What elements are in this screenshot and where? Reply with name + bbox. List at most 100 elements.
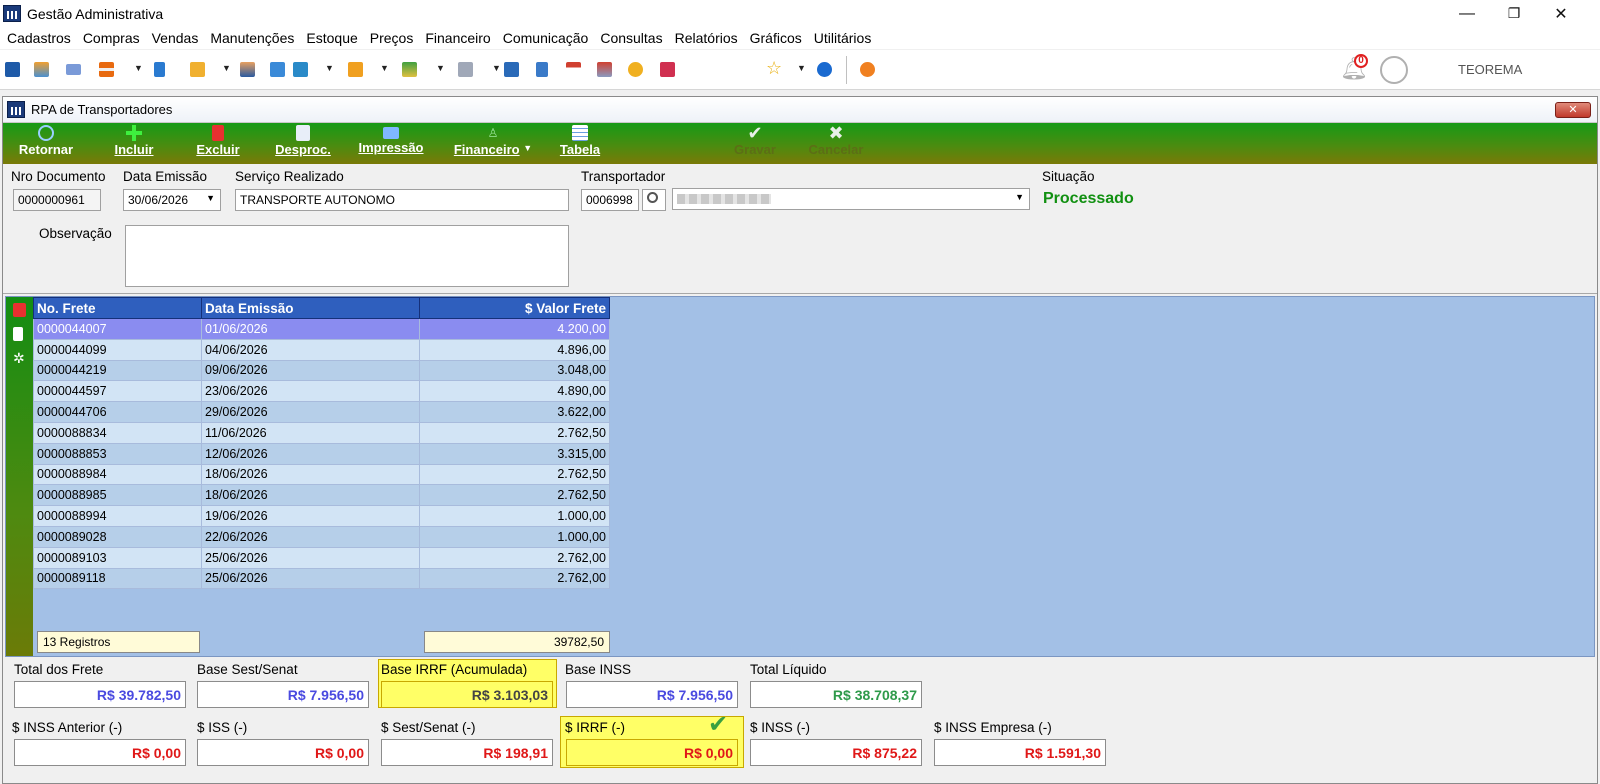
folder-icon[interactable] [190, 62, 205, 77]
search-button[interactable] [642, 189, 666, 211]
cell-valor-frete[interactable]: 1.000,00 [419, 525, 610, 548]
cell-data-emissao[interactable]: 22/06/2026 [201, 525, 420, 548]
inss-anterior-value[interactable]: R$ 0,00 [14, 739, 186, 766]
excluir-button[interactable]: Excluir [193, 125, 243, 157]
calculator-icon[interactable] [536, 62, 548, 77]
menu-vendas[interactable]: Vendas [147, 30, 206, 46]
power-icon[interactable] [860, 62, 875, 77]
tabela-button[interactable]: Tabela [555, 125, 605, 157]
close-window-button[interactable]: ✕ [1555, 102, 1591, 118]
chevron-down-icon[interactable]: ▼ [222, 63, 231, 73]
cell-valor-frete[interactable]: 2.762,00 [419, 567, 610, 590]
table-row[interactable]: 0000044099 04/06/2026 4.896,00 [33, 338, 610, 361]
menu-manutencoes[interactable]: Manutenções [205, 30, 301, 46]
menu-consultas[interactable]: Consultas [595, 30, 669, 46]
table-row[interactable]: 0000088834 11/06/2026 2.762,50 [33, 421, 610, 444]
cell-no-frete[interactable]: 0000088985 [33, 484, 202, 507]
column-header-data-emissao[interactable]: Data Emissão [201, 297, 420, 319]
table-row[interactable]: 0000044597 23/06/2026 4.890,00 [33, 380, 610, 403]
cell-data-emissao[interactable]: 04/06/2026 [201, 338, 420, 361]
list-icon[interactable] [99, 62, 114, 77]
box-icon[interactable] [348, 62, 363, 77]
delete-row-icon[interactable] [13, 303, 26, 317]
chevron-down-icon[interactable]: ▼ [436, 63, 445, 73]
table-row[interactable]: 0000088994 19/06/2026 1.000,00 [33, 505, 610, 527]
cell-valor-frete[interactable]: 4.200,00 [419, 318, 610, 340]
schedule-icon[interactable] [597, 62, 612, 77]
menu-utilitarios[interactable]: Utilitários [809, 30, 879, 46]
impressao-button[interactable]: Impressão [355, 125, 427, 155]
base-sest-value[interactable]: R$ 7.956,50 [197, 681, 369, 708]
cell-valor-frete[interactable]: 2.762,50 [419, 484, 610, 507]
minimize-button[interactable]: — [1444, 0, 1490, 27]
cell-data-emissao[interactable]: 23/06/2026 [201, 380, 420, 403]
cell-data-emissao[interactable]: 25/06/2026 [201, 567, 420, 590]
document-icon[interactable] [13, 327, 23, 341]
total-frete-value[interactable]: R$ 39.782,50 [14, 681, 186, 708]
chevron-down-icon[interactable]: ▼ [797, 63, 806, 73]
cell-data-emissao[interactable]: 01/06/2026 [201, 318, 420, 340]
lock-icon[interactable] [628, 62, 643, 77]
table-row[interactable]: 0000044007 01/06/2026 4.200,00 [33, 318, 610, 340]
transportador-nome-select[interactable]: ▼ [672, 188, 1030, 210]
chevron-down-icon[interactable]: ▼ [1015, 192, 1024, 202]
data-emissao-field[interactable]: 30/06/2026 ▼ [123, 189, 221, 211]
cell-no-frete[interactable]: 0000089028 [33, 525, 202, 548]
cell-no-frete[interactable]: 0000089103 [33, 546, 202, 569]
cell-valor-frete[interactable]: 2.762,50 [419, 421, 610, 444]
chevron-down-icon[interactable]: ▼ [325, 63, 334, 73]
menu-cadastros[interactable]: Cadastros [2, 30, 78, 46]
close-app-button[interactable]: ✕ [1538, 0, 1584, 27]
table-row[interactable]: 0000089103 25/06/2026 2.762,00 [33, 546, 610, 569]
retornar-button[interactable]: Retornar [16, 125, 76, 157]
calendar-icon[interactable] [566, 62, 581, 77]
cell-valor-frete[interactable]: 2.762,00 [419, 546, 610, 569]
incluir-button[interactable]: Incluir [109, 125, 159, 157]
cell-no-frete[interactable]: 0000088853 [33, 442, 202, 465]
desproc-button[interactable]: Desproc. [273, 125, 333, 157]
sest-value[interactable]: R$ 198,91 [381, 739, 553, 766]
cell-valor-frete[interactable]: 3.315,00 [419, 442, 610, 465]
cell-no-frete[interactable]: 0000089118 [33, 567, 202, 590]
menu-estoque[interactable]: Estoque [301, 30, 364, 46]
user-avatar-icon[interactable] [1380, 56, 1408, 84]
menu-comunicacao[interactable]: Comunicação [498, 30, 596, 46]
chevron-down-icon[interactable]: ▼ [492, 63, 501, 73]
menu-precos[interactable]: Preços [365, 30, 421, 46]
table-row[interactable]: 0000088985 18/06/2026 2.762,50 [33, 484, 610, 507]
cell-no-frete[interactable]: 0000044219 [33, 359, 202, 382]
nro-documento-field[interactable]: 0000000961 [13, 189, 101, 211]
cell-no-frete[interactable]: 0000088994 [33, 505, 202, 527]
cell-valor-frete[interactable]: 2.762,50 [419, 463, 610, 486]
cell-data-emissao[interactable]: 18/06/2026 [201, 463, 420, 486]
cell-valor-frete[interactable]: 4.896,00 [419, 338, 610, 361]
menu-compras[interactable]: Compras [78, 30, 147, 46]
organization-icon[interactable] [34, 62, 49, 77]
cell-no-frete[interactable]: 0000044597 [33, 380, 202, 403]
database-icon[interactable] [5, 62, 20, 77]
person-icon[interactable] [240, 62, 255, 77]
table-row[interactable]: 0000088853 12/06/2026 3.315,00 [33, 442, 610, 465]
chevron-down-icon[interactable]: ▼ [206, 193, 215, 203]
chevron-down-icon[interactable]: ▼ [523, 143, 532, 153]
cell-data-emissao[interactable]: 18/06/2026 [201, 484, 420, 507]
menu-relatorios[interactable]: Relatórios [670, 30, 745, 46]
cancelar-button[interactable]: ✖ Cancelar [803, 124, 869, 157]
cell-no-frete[interactable]: 0000088834 [33, 421, 202, 444]
printer-icon[interactable] [458, 62, 473, 77]
column-header-valor-frete[interactable]: $ Valor Frete [419, 297, 610, 319]
table-row[interactable]: 0000089118 25/06/2026 2.762,00 [33, 567, 610, 590]
table-row[interactable]: 0000089028 22/06/2026 1.000,00 [33, 525, 610, 548]
cell-data-emissao[interactable]: 25/06/2026 [201, 546, 420, 569]
price-tag-icon[interactable] [270, 62, 285, 77]
star-icon[interactable]: ☆ [766, 58, 782, 79]
id-card-icon[interactable] [66, 64, 81, 75]
cell-data-emissao[interactable]: 29/06/2026 [201, 401, 420, 423]
table-row[interactable]: 0000044706 29/06/2026 3.622,00 [33, 401, 610, 423]
spreadsheet-icon[interactable] [504, 62, 519, 77]
cell-no-frete[interactable]: 0000044007 [33, 318, 202, 340]
report-search-icon[interactable] [660, 62, 675, 77]
cell-data-emissao[interactable]: 11/06/2026 [201, 421, 420, 444]
irrf-value[interactable]: R$ 0,00 [566, 739, 738, 766]
gravar-button[interactable]: ✔ Gravar [725, 124, 785, 157]
